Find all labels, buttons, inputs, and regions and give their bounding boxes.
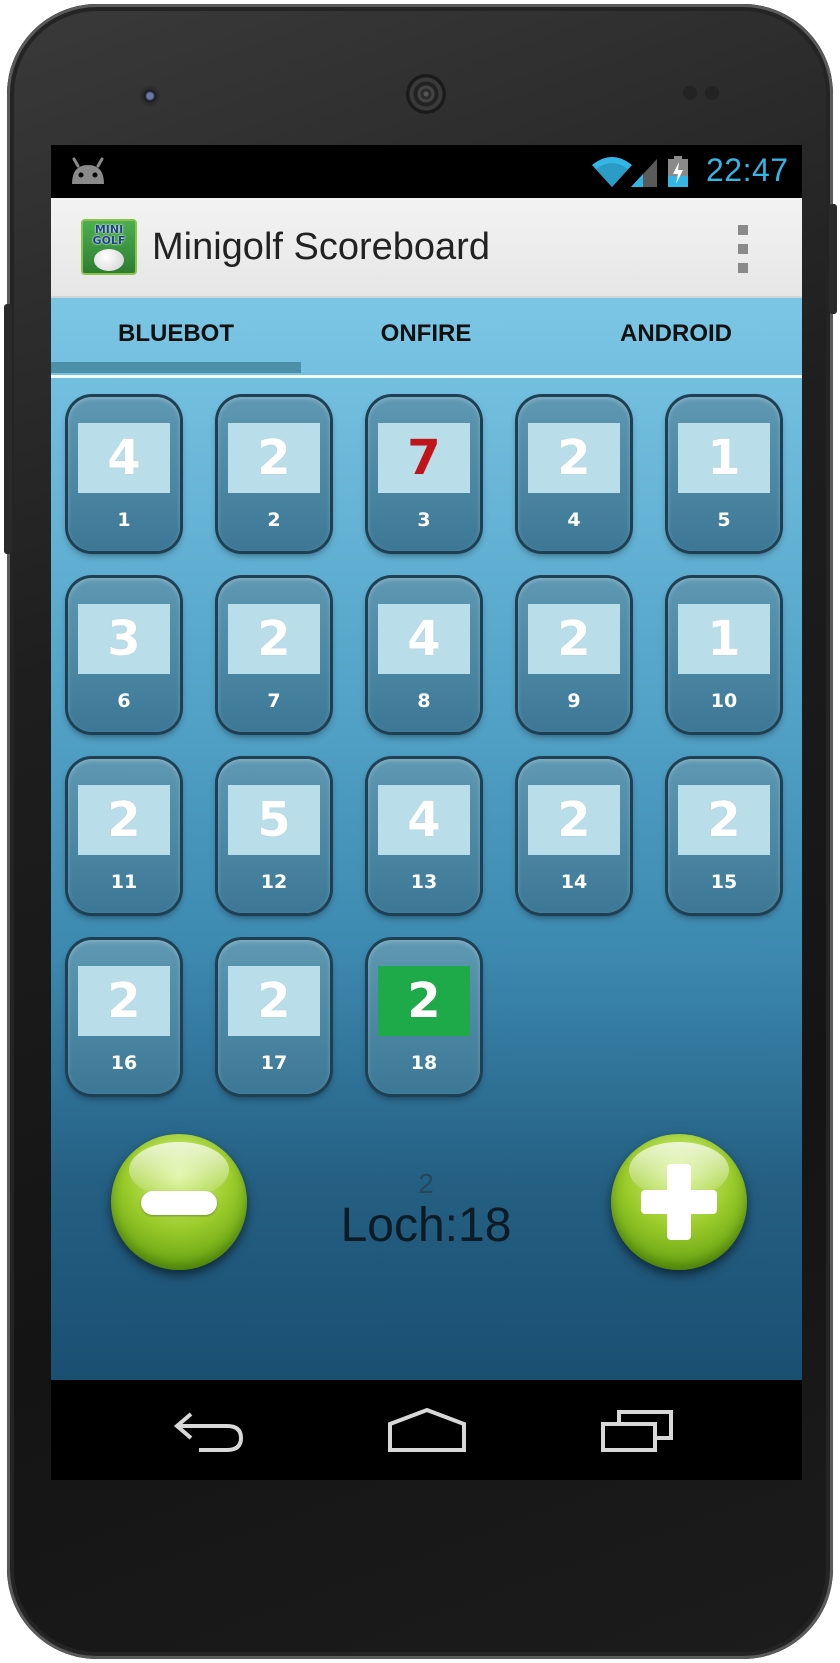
hole-card-12[interactable]: 5 12 xyxy=(218,759,330,913)
hole-card-18[interactable]: 2 18 xyxy=(368,940,480,1094)
app-title: Minigolf Scoreboard xyxy=(152,226,490,268)
hole-number: 10 xyxy=(710,690,738,712)
hole-number: 8 xyxy=(417,690,431,712)
hole-card-16[interactable]: 2 16 xyxy=(68,940,180,1094)
hole-score: 2 xyxy=(228,966,320,1036)
hole-number: 11 xyxy=(110,871,138,893)
minus-icon xyxy=(141,1191,217,1215)
hole-score: 2 xyxy=(228,604,320,674)
hole-score: 2 xyxy=(678,785,770,855)
increase-score-button[interactable] xyxy=(611,1134,747,1270)
hole-score: 3 xyxy=(78,604,170,674)
hole-card-15[interactable]: 2 15 xyxy=(668,759,780,913)
hole-score: 2 xyxy=(528,423,620,493)
hole-score: 4 xyxy=(78,423,170,493)
app-logo[interactable]: MINI GOLF xyxy=(81,219,137,275)
hole-card-7[interactable]: 2 7 xyxy=(218,578,330,732)
golf-ball-icon xyxy=(94,248,124,271)
hole-number: 1 xyxy=(117,509,131,531)
selected-tab-indicator xyxy=(51,362,301,373)
hole-number: 16 xyxy=(110,1052,138,1074)
navigation-bar xyxy=(51,1380,802,1480)
hole-score: 7 xyxy=(378,423,470,493)
battery-charging-icon xyxy=(668,156,688,187)
tab-android[interactable]: ANDROID xyxy=(551,298,801,375)
hole-card-2[interactable]: 2 2 xyxy=(218,397,330,551)
hole-number: 2 xyxy=(267,509,281,531)
tab-onfire[interactable]: ONFIRE xyxy=(301,298,551,375)
hole-score: 1 xyxy=(678,604,770,674)
hole-card-8[interactable]: 4 8 xyxy=(368,578,480,732)
power-button xyxy=(829,204,837,314)
overflow-menu-icon[interactable] xyxy=(733,225,753,273)
logo-text-golf: GOLF xyxy=(92,233,126,247)
back-icon[interactable] xyxy=(171,1406,245,1454)
recent-apps-icon[interactable] xyxy=(601,1406,675,1454)
screen: 22:47 MINI GOLF Minigolf Scoreboard BLUE… xyxy=(51,145,802,1480)
scoreboard-content: BLUEBOT ONFIRE ANDROID 4 1 2 2 7 3 2 4 1… xyxy=(51,298,802,1380)
android-notification-icon xyxy=(72,157,104,184)
hole-card-9[interactable]: 2 9 xyxy=(518,578,630,732)
status-bar: 22:47 xyxy=(51,145,802,198)
current-hole-label: Loch:18 xyxy=(340,1199,512,1252)
volume-button xyxy=(4,304,12,554)
proximity-sensor xyxy=(683,86,697,100)
cell-signal-icon xyxy=(631,159,657,187)
logo-text-mini: MINI xyxy=(94,222,124,236)
hole-number: 13 xyxy=(410,871,438,893)
hole-number: 3 xyxy=(417,509,431,531)
hole-card-1[interactable]: 4 1 xyxy=(68,397,180,551)
earpiece-speaker xyxy=(406,74,446,114)
hole-card-10[interactable]: 1 10 xyxy=(668,578,780,732)
hole-score: 4 xyxy=(378,785,470,855)
hole-card-14[interactable]: 2 14 xyxy=(518,759,630,913)
light-sensor xyxy=(705,86,719,100)
phone-frame: 22:47 MINI GOLF Minigolf Scoreboard BLUE… xyxy=(4,4,837,1659)
hole-card-4[interactable]: 2 4 xyxy=(518,397,630,551)
hole-number: 5 xyxy=(717,509,731,531)
hole-number: 7 xyxy=(267,690,281,712)
tabs-divider xyxy=(51,375,802,378)
hole-card-11[interactable]: 2 11 xyxy=(68,759,180,913)
current-score: 2 xyxy=(418,1168,434,1199)
hole-number: 18 xyxy=(410,1052,438,1074)
hole-score: 4 xyxy=(378,604,470,674)
hole-score: 2 xyxy=(528,604,620,674)
hole-number: 4 xyxy=(567,509,581,531)
hole-score: 2 xyxy=(78,966,170,1036)
hole-number: 17 xyxy=(260,1052,288,1074)
home-icon[interactable] xyxy=(387,1406,467,1454)
hole-card-17[interactable]: 2 17 xyxy=(218,940,330,1094)
hole-card-13[interactable]: 4 13 xyxy=(368,759,480,913)
hole-number: 14 xyxy=(560,871,588,893)
action-bar: MINI GOLF Minigolf Scoreboard xyxy=(51,198,802,298)
player-tabs: BLUEBOT ONFIRE ANDROID xyxy=(51,298,802,379)
wifi-icon xyxy=(592,157,632,187)
hole-number: 12 xyxy=(260,871,288,893)
hole-score: 5 xyxy=(228,785,320,855)
hole-score: 2 xyxy=(78,785,170,855)
front-camera xyxy=(140,86,160,106)
hole-score: 1 xyxy=(678,423,770,493)
hole-card-6[interactable]: 3 6 xyxy=(68,578,180,732)
hole-number: 6 xyxy=(117,690,131,712)
hole-card-5[interactable]: 1 5 xyxy=(668,397,780,551)
hole-number: 15 xyxy=(710,871,738,893)
hole-card-3[interactable]: 7 3 xyxy=(368,397,480,551)
hole-number: 9 xyxy=(567,690,581,712)
status-time: 22:47 xyxy=(706,152,789,188)
hole-score: 2 xyxy=(378,966,470,1036)
decrease-score-button[interactable] xyxy=(111,1134,247,1270)
hole-score: 2 xyxy=(228,423,320,493)
hole-score: 2 xyxy=(528,785,620,855)
